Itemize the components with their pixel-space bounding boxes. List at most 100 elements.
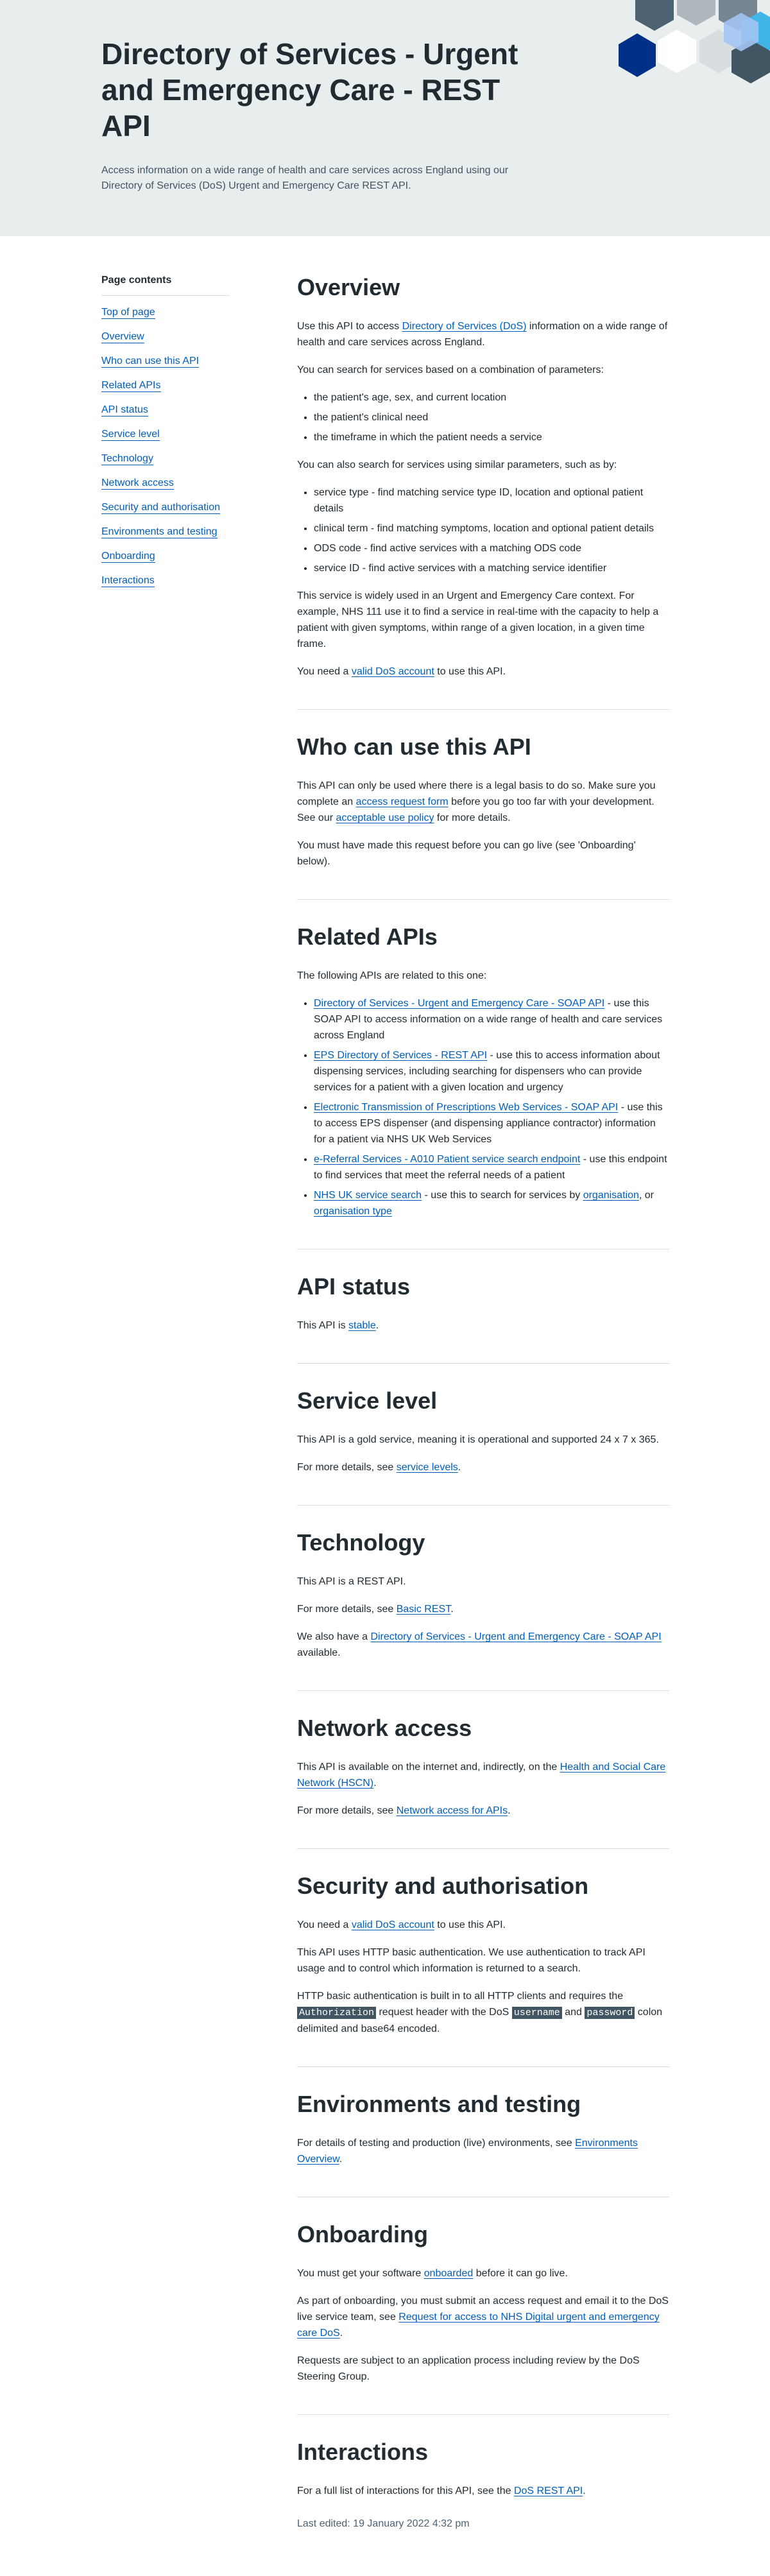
- last-edited: Last edited: 19 January 2022 4:32 pm: [297, 2518, 470, 2529]
- text: For a full list of interactions for this…: [297, 2486, 514, 2496]
- text: .: [583, 2486, 586, 2496]
- hexagon-decoration-icon: [619, 0, 770, 83]
- stable-link[interactable]: stable: [348, 1320, 376, 1331]
- network-p1: This API is available on the internet an…: [297, 1759, 669, 1791]
- text: .: [339, 2328, 343, 2339]
- section-interactions: Interactions For a full list of interact…: [297, 2438, 669, 2548]
- related-api-link[interactable]: Electronic Transmission of Prescriptions…: [314, 1102, 618, 1113]
- service-level-heading: Service level: [297, 1387, 438, 1414]
- text: .: [458, 1462, 461, 1473]
- related-api-list: Directory of Services - Urgent and Emerg…: [297, 995, 669, 1219]
- toc-item-interactions[interactable]: Interactions: [101, 575, 155, 587]
- related-intro: The following APIs are related to this o…: [297, 970, 487, 981]
- technology-heading: Technology: [297, 1529, 425, 1556]
- list-item: ODS code - find active services with a m…: [314, 540, 669, 556]
- list-item: service ID - find active services with a…: [314, 560, 669, 576]
- overview-p1: Use this API to access Directory of Serv…: [297, 318, 669, 350]
- soap-api-link[interactable]: Directory of Services - Urgent and Emerg…: [370, 1631, 661, 1642]
- text: .: [450, 1604, 454, 1615]
- text: This API is available on the internet an…: [297, 1762, 560, 1773]
- text: and: [561, 2007, 585, 2018]
- environments-heading: Environments and testing: [297, 2091, 581, 2117]
- basic-rest-link[interactable]: Basic REST: [397, 1604, 450, 1615]
- section-related-apis: Related APIs The following APIs are rela…: [297, 923, 669, 1249]
- network-p2: For more details, see Network access for…: [297, 1803, 669, 1819]
- onboarded-link[interactable]: onboarded: [424, 2268, 474, 2279]
- technology-p3: We also have a Directory of Services - U…: [297, 1629, 669, 1661]
- section-service-level: Service level This API is a gold service…: [297, 1387, 669, 1506]
- toc-list: Top of page Overview Who can use this AP…: [101, 305, 230, 588]
- text: to use this API.: [434, 666, 506, 677]
- overview-p3: You can also search for services using s…: [297, 459, 617, 470]
- toc-item-top-of-page[interactable]: Top of page: [101, 307, 155, 319]
- list-item: clinical term - find matching symptoms, …: [314, 520, 669, 537]
- organisation-link[interactable]: organisation: [583, 1190, 639, 1201]
- section-security: Security and authorisation You need a va…: [297, 1872, 669, 2067]
- text: available.: [297, 1647, 341, 1658]
- dos-link[interactable]: Directory of Services (DoS): [402, 321, 527, 332]
- onboarding-p2: As part of onboarding, you must submit a…: [297, 2293, 669, 2341]
- environments-p1: For details of testing and production (l…: [297, 2135, 669, 2167]
- text: For more details, see: [297, 1604, 397, 1615]
- who-heading: Who can use this API: [297, 734, 531, 760]
- toc-item-who-can-use[interactable]: Who can use this API: [101, 356, 200, 368]
- service-level-p1: This API is a gold service, meaning it i…: [297, 1434, 659, 1445]
- related-api-link[interactable]: Directory of Services - Urgent and Emerg…: [314, 998, 604, 1009]
- related-api-link[interactable]: NHS UK service search: [314, 1190, 422, 1201]
- service-levels-link[interactable]: service levels: [397, 1462, 458, 1473]
- text: You need a: [297, 666, 352, 677]
- section-overview: Overview Use this API to access Director…: [297, 273, 669, 710]
- list-item: Directory of Services - Urgent and Emerg…: [314, 995, 669, 1043]
- list-item: the patient's clinical need: [314, 409, 669, 425]
- valid-dos-account-link[interactable]: valid DoS account: [352, 1919, 434, 1930]
- security-p1: You need a valid DoS account to use this…: [297, 1917, 669, 1933]
- toc-item-overview[interactable]: Overview: [101, 331, 144, 343]
- related-api-link[interactable]: e-Referral Services - A010 Patient servi…: [314, 1154, 580, 1165]
- text: You must get your software: [297, 2268, 424, 2279]
- security-p2: This API uses HTTP basic authentication.…: [297, 1947, 646, 1974]
- overview-p5: You need a valid DoS account to use this…: [297, 664, 669, 680]
- related-api-link[interactable]: EPS Directory of Services - REST API: [314, 1050, 487, 1061]
- text: You need a: [297, 1919, 352, 1930]
- status-p: This API is stable.: [297, 1318, 669, 1334]
- text: for more details.: [434, 812, 511, 823]
- toc-title: Page contents: [101, 275, 230, 296]
- overview-p2: You can search for services based on a c…: [297, 365, 604, 375]
- text: For more details, see: [297, 1805, 397, 1816]
- toc-item-onboarding[interactable]: Onboarding: [101, 551, 155, 563]
- who-p1: This API can only be used where there is…: [297, 778, 669, 826]
- status-heading: API status: [297, 1273, 411, 1300]
- section-who-can-use: Who can use this API This API can only b…: [297, 733, 669, 900]
- onboarding-p3: Requests are subject to an application p…: [297, 2355, 640, 2382]
- text: For details of testing and production (l…: [297, 2138, 576, 2149]
- toc-item-api-status[interactable]: API status: [101, 404, 148, 416]
- list-item: service type - find matching service typ…: [314, 485, 669, 517]
- network-access-link[interactable]: Network access for APIs: [397, 1805, 508, 1816]
- acceptable-use-policy-link[interactable]: acceptable use policy: [336, 812, 434, 823]
- toc-item-service-level[interactable]: Service level: [101, 429, 160, 441]
- toc-item-related-apis[interactable]: Related APIs: [101, 380, 161, 392]
- page-title: Directory of Services - Urgent and Emerg…: [101, 37, 518, 142]
- toc-item-environments[interactable]: Environments and testing: [101, 526, 218, 538]
- overview-p4: This service is widely used in an Urgent…: [297, 590, 659, 649]
- dos-rest-api-link[interactable]: DoS REST API: [514, 2486, 583, 2496]
- security-heading: Security and authorisation: [297, 1873, 589, 1899]
- page-contents-nav: Page contents Top of page Overview Who c…: [101, 275, 230, 597]
- toc-item-network-access[interactable]: Network access: [101, 477, 174, 490]
- text: request header with the DoS: [376, 2007, 512, 2018]
- text: HTTP basic authentication is built in to…: [297, 1991, 624, 2002]
- toc-item-technology[interactable]: Technology: [101, 453, 153, 465]
- text: This API is: [297, 1320, 349, 1331]
- text: Use this API to access: [297, 321, 402, 332]
- hero-content: Directory of Services - Urgent and Emerg…: [101, 36, 518, 194]
- network-heading: Network access: [297, 1715, 472, 1741]
- hero-banner: Directory of Services - Urgent and Emerg…: [0, 0, 770, 236]
- toc-item-security[interactable]: Security and authorisation: [101, 502, 220, 514]
- list-item: EPS Directory of Services - REST API - u…: [314, 1047, 669, 1095]
- technology-p2: For more details, see Basic REST.: [297, 1601, 669, 1617]
- username-code: username: [511, 2007, 562, 2019]
- organisation-type-link[interactable]: organisation type: [314, 1206, 392, 1217]
- text: before it can go live.: [473, 2268, 568, 2279]
- valid-dos-account-link[interactable]: valid DoS account: [352, 666, 434, 677]
- access-request-form-link[interactable]: access request form: [356, 796, 449, 807]
